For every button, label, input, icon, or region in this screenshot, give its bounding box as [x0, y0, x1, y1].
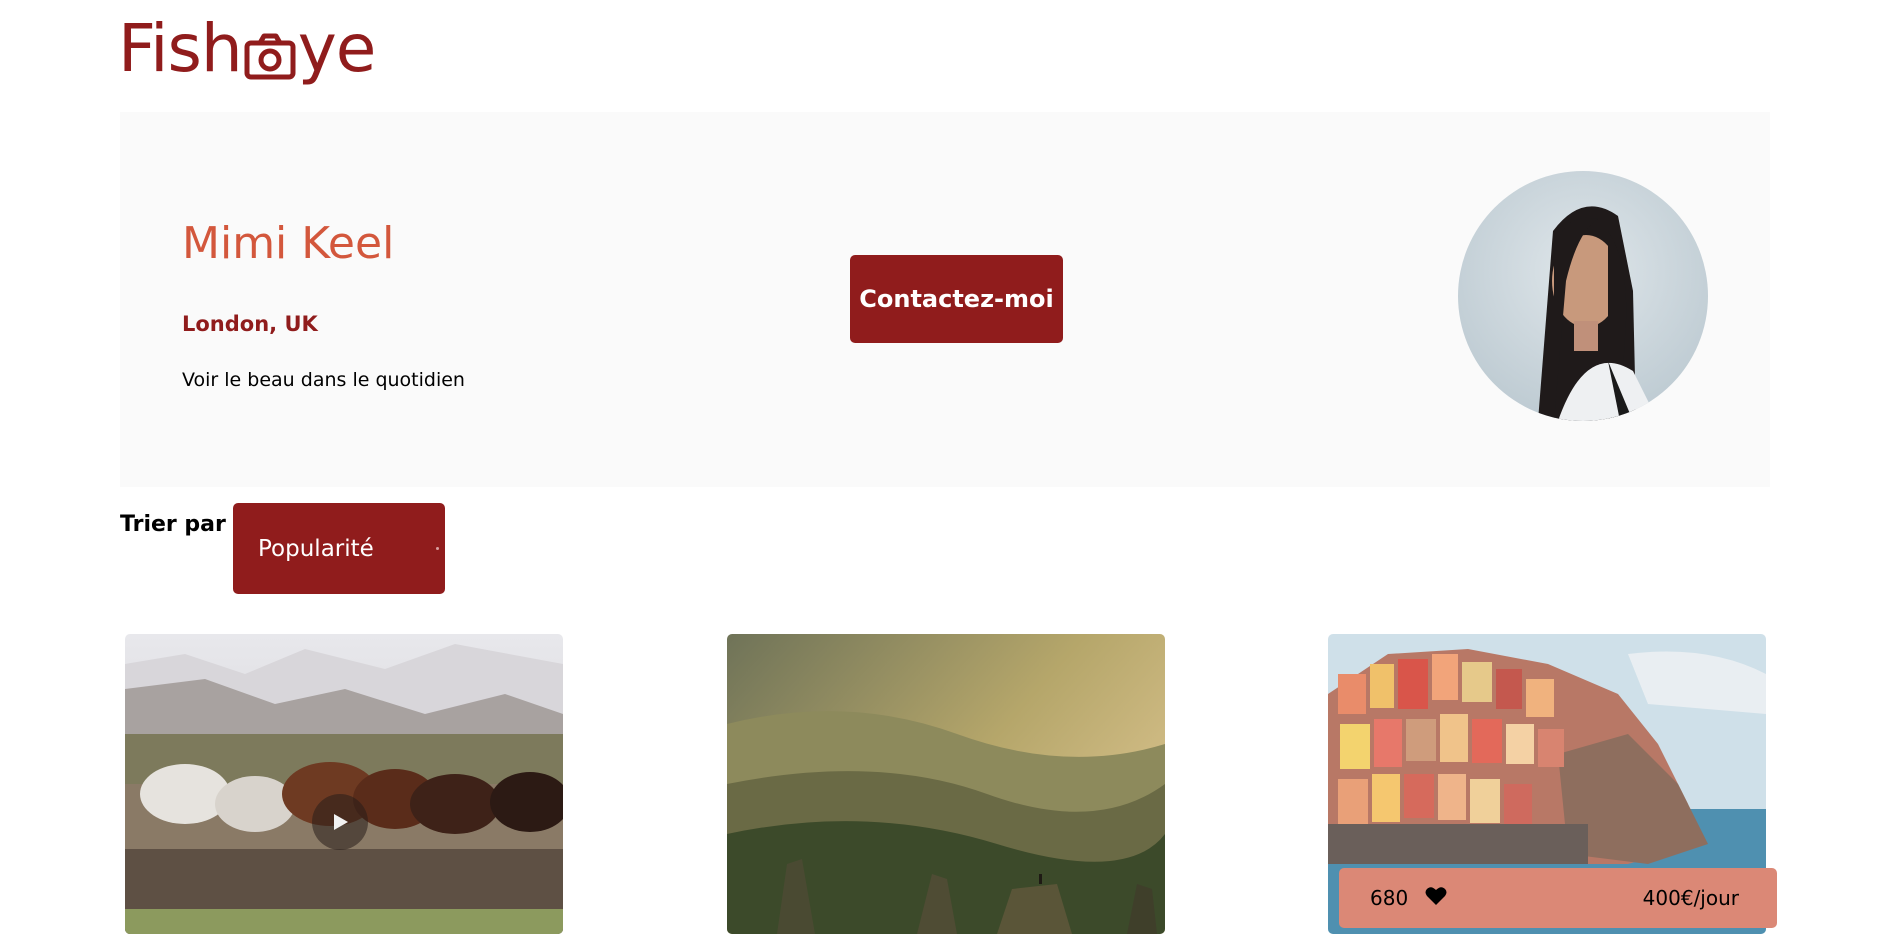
fisheye-logo[interactable]: Fish ye: [118, 10, 377, 87]
media-card-video[interactable]: [125, 634, 563, 934]
total-likes: 680: [1370, 886, 1409, 910]
photographer-header: Mimi Keel London, UK Voir le beau dans l…: [120, 112, 1770, 487]
logo-text-end: ye: [297, 10, 377, 87]
logo-text-start: Fish: [118, 10, 243, 87]
photographer-name: Mimi Keel: [182, 218, 395, 269]
contact-button[interactable]: Contactez-moi: [850, 255, 1063, 343]
daily-price: 400€/jour: [1642, 886, 1739, 910]
photographer-location: London, UK: [182, 312, 318, 336]
chevron-down-icon: [436, 547, 439, 550]
photographer-tagline: Voir le beau dans le quotidien: [182, 369, 465, 391]
play-button[interactable]: [312, 794, 368, 850]
camera-icon: [244, 26, 296, 80]
play-icon: [334, 814, 348, 830]
photographer-avatar: [1458, 171, 1708, 421]
heart-icon: [1425, 886, 1447, 911]
sort-dropdown[interactable]: Popularité: [233, 503, 445, 594]
stats-bar: 680 400€/jour: [1339, 868, 1777, 928]
sort-label: Trier par: [120, 512, 226, 537]
sort-selected-value: Popularité: [258, 535, 374, 562]
media-card-image[interactable]: [727, 634, 1165, 934]
